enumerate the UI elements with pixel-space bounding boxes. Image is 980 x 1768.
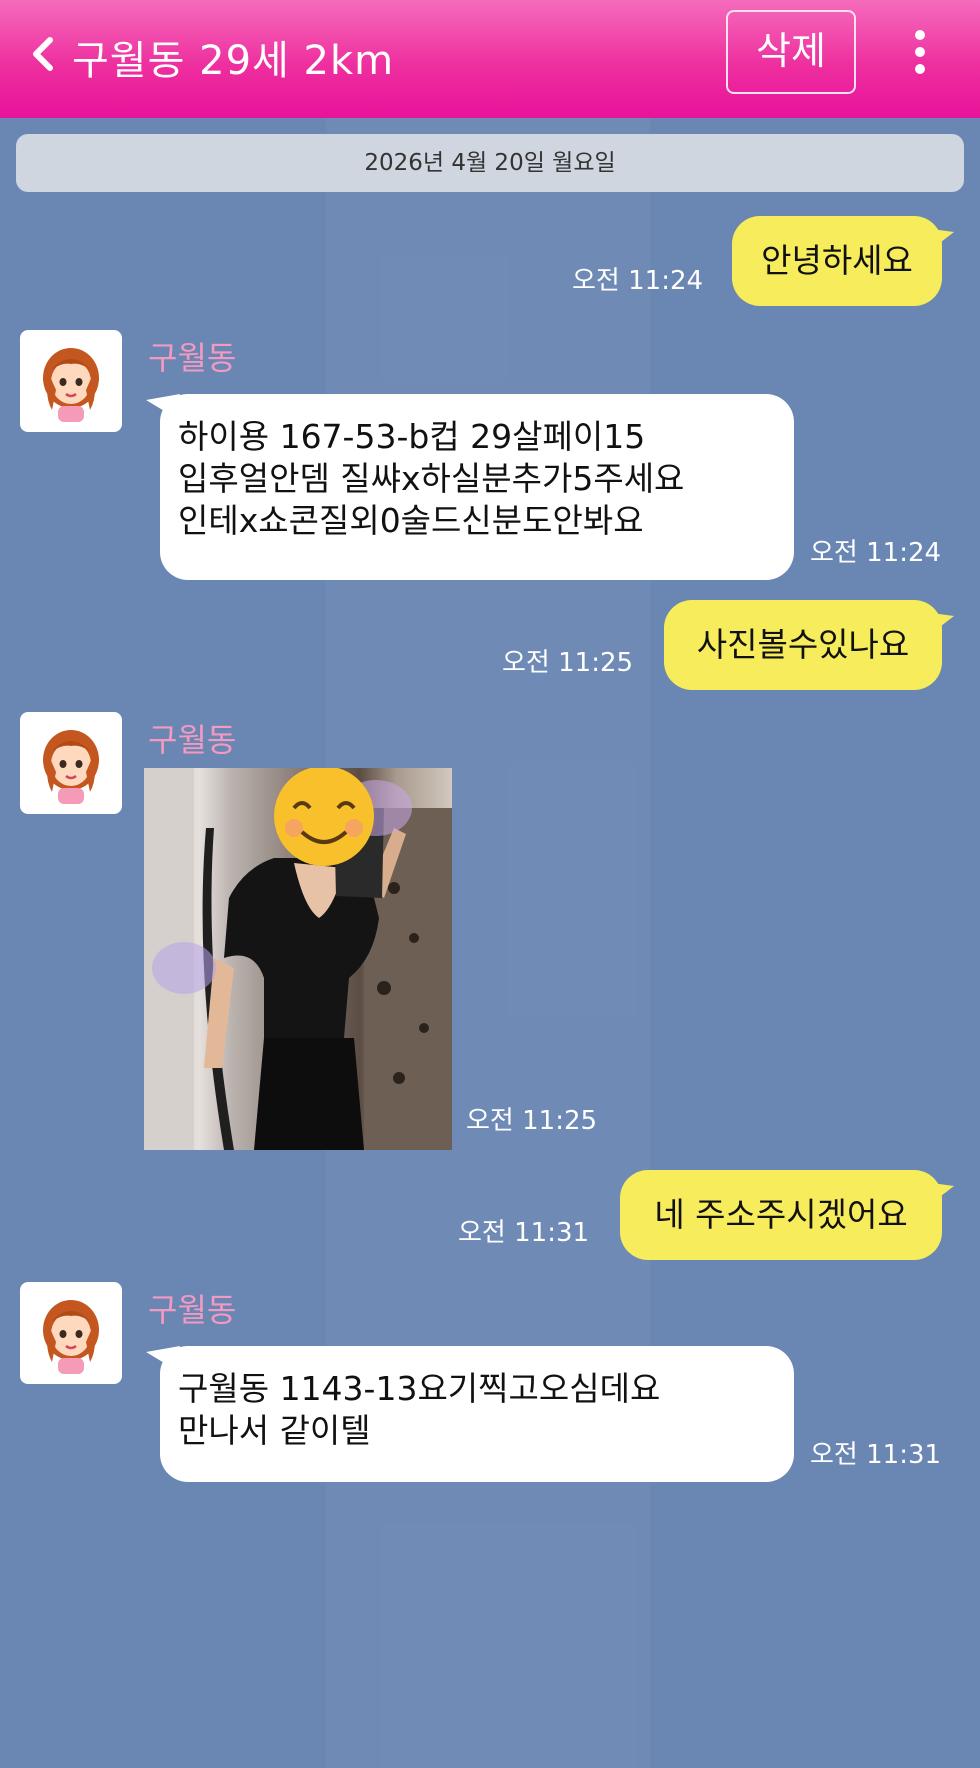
smiling-face-emoji — [274, 768, 374, 866]
chat-header: 구월동 29세 2km 삭제 — [0, 0, 980, 118]
message-text: 네 주소주시겠어요 — [654, 1195, 908, 1234]
my-message-bubble[interactable]: 사진볼수있나요 — [664, 600, 942, 690]
message-timestamp: 오전 11:24 — [810, 538, 942, 568]
bubble-tail — [924, 612, 954, 636]
cartoon-girl-avatar-icon — [43, 348, 99, 422]
back-icon[interactable] — [26, 32, 62, 76]
message-line: 구월동 1143-13요기찍고오심데요 — [178, 1369, 661, 1408]
message-line: 입후얼안뎀 질쌰x하실분추가5주세요 — [178, 459, 685, 498]
photo-message[interactable] — [144, 768, 452, 1150]
bubble-tail — [924, 1182, 954, 1206]
date-divider: 2026년 4월 20일 월요일 — [16, 134, 964, 192]
sender-name: 구월동 — [148, 721, 237, 759]
chat-title: 구월동 29세 2km — [72, 38, 395, 84]
bubble-tail — [924, 228, 954, 252]
sender-name: 구월동 — [148, 339, 237, 377]
message-text: 안녕하세요 — [761, 241, 913, 280]
message-timestamp: 오전 11:25 — [502, 648, 634, 678]
my-message-bubble[interactable]: 네 주소주시겠어요 — [620, 1170, 942, 1260]
message-timestamp: 오전 11:31 — [458, 1218, 590, 1248]
sender-name: 구월동 — [148, 1291, 237, 1329]
cartoon-girl-avatar-icon — [43, 1300, 99, 1374]
message-line: 인테x쇼콘질외0술드신분도안봐요 — [178, 501, 644, 540]
delete-button[interactable]: 삭제 — [726, 10, 856, 94]
message-timestamp: 오전 11:25 — [466, 1106, 598, 1136]
their-message-bubble[interactable]: 하이용 167-53-b컵 29살페이15 입후얼안뎀 질쌰x하실분추가5주세요… — [160, 394, 794, 580]
cartoon-girl-avatar-icon — [43, 730, 99, 804]
message-line: 하이용 167-53-b컵 29살페이15 — [178, 417, 646, 456]
more-vertical-icon[interactable] — [904, 30, 936, 76]
avatar[interactable] — [20, 1282, 122, 1384]
message-text: 사진볼수있나요 — [696, 625, 910, 664]
avatar[interactable] — [20, 330, 122, 432]
my-message-bubble[interactable]: 안녕하세요 — [732, 216, 942, 306]
photo-image — [144, 768, 452, 1150]
avatar[interactable] — [20, 712, 122, 814]
message-line: 만나서 같이텔 — [178, 1411, 371, 1450]
their-message-bubble[interactable]: 구월동 1143-13요기찍고오심데요 만나서 같이텔 — [160, 1346, 794, 1482]
message-timestamp: 오전 11:31 — [810, 1440, 942, 1470]
message-timestamp: 오전 11:24 — [572, 266, 704, 296]
